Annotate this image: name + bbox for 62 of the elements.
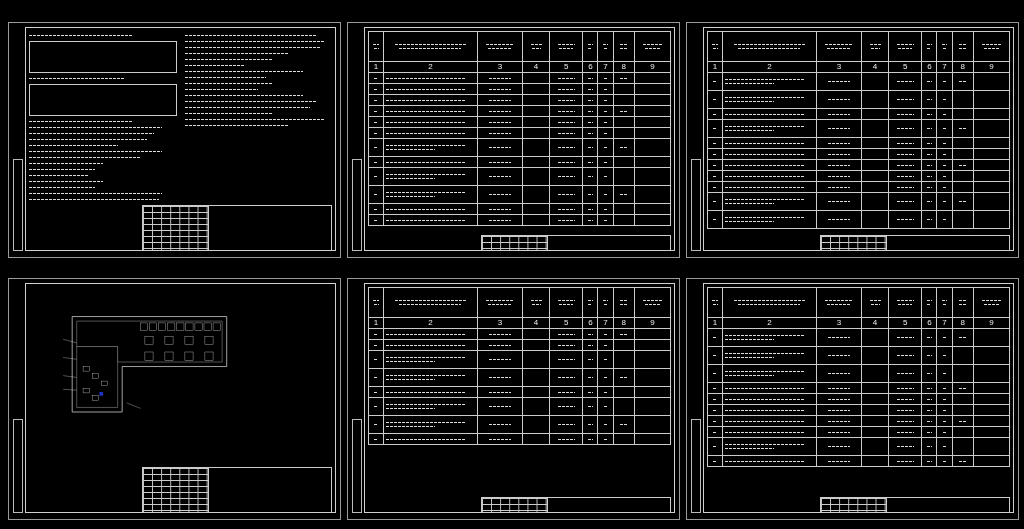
table-cell <box>634 387 671 398</box>
column-number: 7 <box>937 62 953 73</box>
table-cell <box>973 149 1010 160</box>
table-cell <box>973 211 1010 229</box>
column-number: 5 <box>550 62 584 73</box>
column-number: 1 <box>708 318 724 329</box>
table-cell <box>634 434 671 445</box>
table-cell <box>973 109 1010 120</box>
column-number: 9 <box>634 62 671 73</box>
table-cell <box>634 204 671 215</box>
table-cell <box>634 84 671 95</box>
column-number: 7 <box>937 318 953 329</box>
column-number: 5 <box>889 62 923 73</box>
column-number: 2 <box>723 318 817 329</box>
column-number: 4 <box>862 318 890 329</box>
table-cell <box>634 128 671 139</box>
column-number: 1 <box>369 62 385 73</box>
column-number: 2 <box>723 62 817 73</box>
table-cell <box>634 215 671 226</box>
table-cell <box>973 171 1010 182</box>
table-cell <box>973 394 1010 405</box>
column-number: 8 <box>952 318 974 329</box>
table-cell <box>973 138 1010 149</box>
column-number: 3 <box>816 62 862 73</box>
table-cell <box>973 91 1010 109</box>
table-cell <box>973 438 1010 456</box>
column-number: 9 <box>634 318 671 329</box>
column-number: 8 <box>952 62 974 73</box>
column-number: 1 <box>708 62 724 73</box>
column-number: 6 <box>583 62 599 73</box>
table-cell <box>634 157 671 168</box>
column-number: 4 <box>523 62 551 73</box>
table-cell <box>634 340 671 351</box>
column-number: 4 <box>862 62 890 73</box>
column-number: 5 <box>889 318 923 329</box>
column-number: 5 <box>550 318 584 329</box>
table-cell <box>634 168 671 186</box>
column-number: 2 <box>384 62 478 73</box>
column-number: 6 <box>583 318 599 329</box>
column-number: 1 <box>369 318 385 329</box>
column-number: 7 <box>598 62 614 73</box>
column-number: 8 <box>613 318 635 329</box>
table-cell <box>634 95 671 106</box>
table-cell <box>973 405 1010 416</box>
column-number: 4 <box>523 318 551 329</box>
table-cell <box>973 182 1010 193</box>
column-number: 7 <box>598 318 614 329</box>
table-cell <box>634 351 671 369</box>
column-number: 9 <box>973 318 1010 329</box>
column-number: 3 <box>477 62 523 73</box>
column-number: 8 <box>613 62 635 73</box>
column-number: 3 <box>816 318 862 329</box>
table-cell <box>634 398 671 416</box>
table-cell <box>973 347 1010 365</box>
column-number: 6 <box>922 62 938 73</box>
table-cell <box>973 427 1010 438</box>
column-number: 2 <box>384 318 478 329</box>
column-number: 9 <box>973 62 1010 73</box>
table-cell <box>973 365 1010 383</box>
table-cell <box>634 117 671 128</box>
column-number: 6 <box>922 318 938 329</box>
column-number: 3 <box>477 318 523 329</box>
